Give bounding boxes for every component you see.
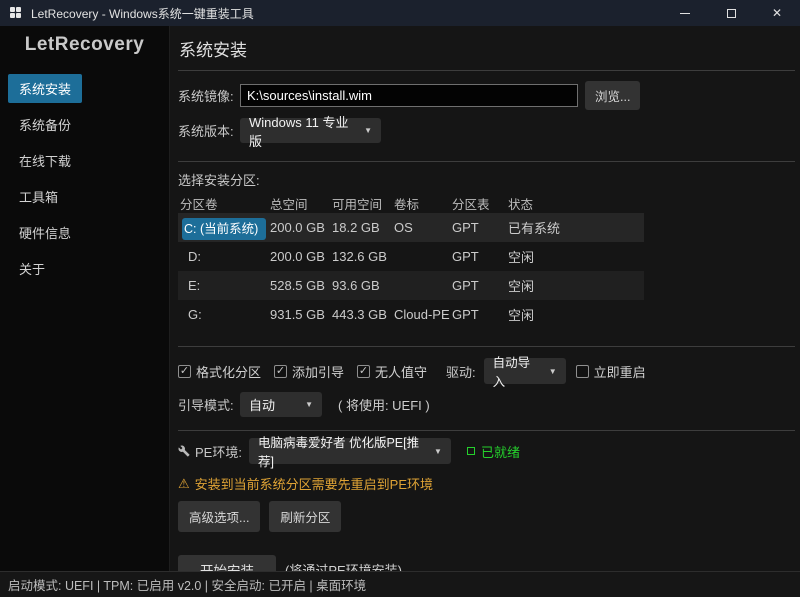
ready-icon xyxy=(466,447,475,455)
selected-volume-badge: C: (当前系统) xyxy=(182,218,267,240)
divider xyxy=(178,430,795,431)
add-boot-checkbox[interactable]: ✓ 添加引导 xyxy=(274,362,344,381)
os-version-dropdown[interactable]: Windows 11 专业版 ▼ xyxy=(240,115,381,149)
pe-env-label: PE环境: xyxy=(195,444,242,460)
checkbox-checked-icon: ✓ xyxy=(357,364,371,378)
col-table: 分区表 xyxy=(452,197,490,212)
wrench-icon xyxy=(178,445,190,457)
sidebar: LetRecovery 系统安装 系统备份 在线下载 工具箱 硬件信息 关于 xyxy=(0,26,170,571)
refresh-partitions-button[interactable]: 刷新分区 xyxy=(269,501,342,532)
maximize-button[interactable] xyxy=(708,0,754,26)
add-boot-label: 添加引导 xyxy=(292,364,345,380)
boot-mode-value: 自动 xyxy=(249,398,276,413)
boot-mode-label: 引导模式: xyxy=(178,398,234,413)
sidebar-item-hardware-info[interactable]: 硬件信息 xyxy=(8,218,82,247)
checkbox-checked-icon: ✓ xyxy=(274,364,288,378)
pe-env-dropdown[interactable]: 电脑病毒爱好者 优化版PE[推荐] ▼ xyxy=(248,436,451,469)
partition-row-d[interactable]: D: 200.0 GB 132.6 GB GPT 空闲 xyxy=(178,242,644,271)
format-partition-checkbox[interactable]: ✓ 格式化分区 xyxy=(178,362,261,381)
close-button[interactable]: ✕ xyxy=(754,0,800,26)
page-title: 系统安装 xyxy=(179,41,247,60)
minimize-button[interactable] xyxy=(662,0,708,26)
image-path-input[interactable] xyxy=(240,84,578,107)
warning-message: ⚠ 安装到当前系统分区需要先重启到PE环境 xyxy=(178,475,433,493)
reboot-now-checkbox[interactable]: 立即重启 xyxy=(575,362,646,381)
checkbox-checked-icon: ✓ xyxy=(178,364,191,378)
sidebar-item-toolbox[interactable]: 工具箱 xyxy=(8,182,69,211)
unattended-checkbox[interactable]: ✓ 无人值守 xyxy=(357,362,427,381)
statusbar: 启动模式: UEFI | TPM: 已启用 v2.0 | 安全启动: 已开启 |… xyxy=(0,571,800,597)
pe-ready-status: 已就绪 xyxy=(466,442,520,461)
col-status: 状态 xyxy=(508,197,534,212)
divider xyxy=(178,346,795,347)
image-label: 系统镜像: xyxy=(178,89,234,104)
sidebar-menu: 系统安装 系统备份 在线下载 工具箱 硬件信息 关于 xyxy=(0,74,169,290)
format-partition-label: 格式化分区 xyxy=(196,364,262,380)
pe-env-value: 电脑病毒爱好者 优化版PE[推荐] xyxy=(257,436,420,469)
app-icon xyxy=(10,6,23,20)
install-note: (将通过PE环境安装) xyxy=(285,562,403,572)
chevron-down-icon: ▼ xyxy=(305,400,313,409)
boot-mode-note: ( 将使用: UEFI ) xyxy=(338,398,430,413)
checkbox-unchecked-icon xyxy=(575,364,589,378)
version-label: 系统版本: xyxy=(178,124,234,139)
advanced-options-button[interactable]: 高级选项... xyxy=(178,501,261,532)
browse-button[interactable]: 浏览... xyxy=(585,81,641,110)
sidebar-item-system-install[interactable]: 系统安装 xyxy=(8,74,83,103)
partition-row-g[interactable]: G: 931.5 GB 443.3 GB Cloud-PE GPT 空闲 xyxy=(178,300,644,329)
sidebar-item-system-backup[interactable]: 系统备份 xyxy=(8,110,82,139)
minimize-icon xyxy=(680,12,690,14)
reboot-now-label: 立即重启 xyxy=(593,364,646,380)
app-window: LetRecovery - Windows系统一键重装工具 ✕ LetRecov… xyxy=(0,0,800,597)
col-free: 可用空间 xyxy=(332,197,383,212)
chevron-down-icon: ▼ xyxy=(364,126,372,135)
sidebar-item-about[interactable]: 关于 xyxy=(8,254,56,283)
partition-table: 分区卷 总空间 可用空间 卷标 分区表 状态 C: (当前系统) 200.0 G… xyxy=(178,193,644,329)
os-version-value: Windows 11 专业版 xyxy=(249,114,349,149)
partition-section-label: 选择安装分区: xyxy=(178,173,260,188)
window-controls: ✕ xyxy=(662,0,800,26)
partition-row-e[interactable]: E: 528.5 GB 93.6 GB GPT 空闲 xyxy=(178,271,644,300)
partition-table-header: 分区卷 总空间 可用空间 卷标 分区表 状态 xyxy=(178,193,644,213)
pe-ready-text: 已就绪 xyxy=(480,444,520,460)
sidebar-item-online-download[interactable]: 在线下载 xyxy=(8,146,82,175)
divider xyxy=(178,70,795,71)
start-install-button[interactable]: 开始安装 xyxy=(178,555,276,571)
driver-label: 驱动: xyxy=(446,364,476,380)
chevron-down-icon: ▼ xyxy=(548,366,557,376)
main-panel: 系统安装 系统镜像: 浏览... 系统版本: Windows 11 专业版 ▼ … xyxy=(170,26,800,571)
titlebar: LetRecovery - Windows系统一键重装工具 ✕ xyxy=(0,0,800,26)
maximize-icon xyxy=(726,8,736,18)
chevron-down-icon: ▼ xyxy=(434,446,442,456)
warning-icon: ⚠ xyxy=(178,475,190,491)
col-volume: 分区卷 xyxy=(180,197,218,212)
driver-value: 自动导入 xyxy=(492,356,531,389)
col-label: 卷标 xyxy=(394,197,420,212)
divider xyxy=(178,161,795,162)
unattended-label: 无人值守 xyxy=(375,364,428,380)
driver-dropdown[interactable]: 自动导入 ▼ xyxy=(483,356,566,389)
partition-row-c[interactable]: C: (当前系统) 200.0 GB 18.2 GB OS GPT 已有系统 xyxy=(178,213,644,242)
col-total: 总空间 xyxy=(270,197,308,212)
window-title: LetRecovery - Windows系统一键重装工具 xyxy=(31,6,254,21)
app-logo: LetRecovery xyxy=(24,34,145,55)
boot-mode-dropdown[interactable]: 自动 ▼ xyxy=(240,392,322,417)
